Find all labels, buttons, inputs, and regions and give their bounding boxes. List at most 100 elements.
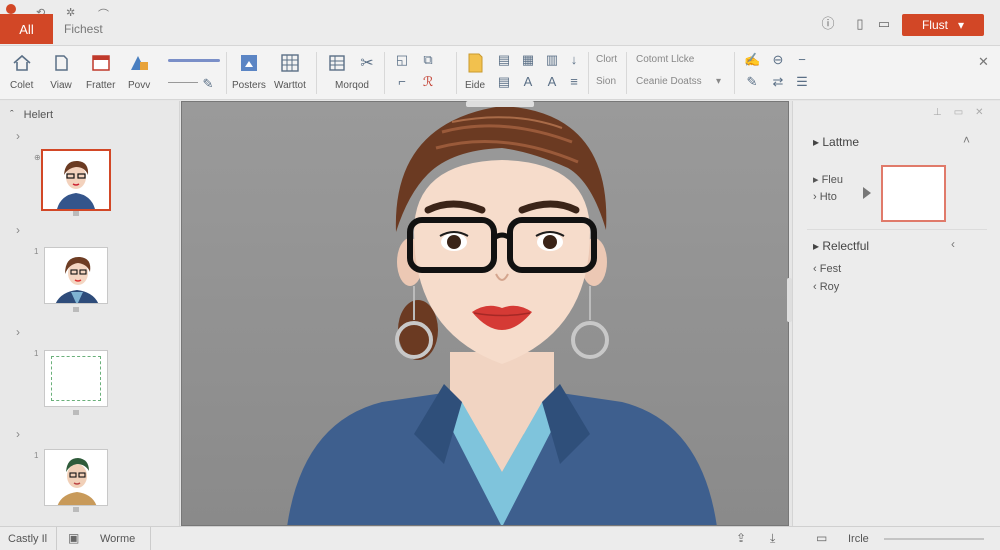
columns-icon[interactable]: ▤ bbox=[496, 74, 512, 90]
ribbon-clort-label[interactable]: Clort bbox=[596, 54, 617, 65]
pen-icon[interactable]: ✎ bbox=[200, 76, 216, 92]
chevron-left-icon[interactable]: ‹ bbox=[951, 237, 955, 251]
chevron-down-icon[interactable]: ▾ bbox=[716, 76, 721, 87]
menu-icon[interactable]: ☰ bbox=[794, 74, 810, 90]
flust-button-label: Flust bbox=[921, 18, 948, 32]
canvas-resize-handle-top[interactable] bbox=[466, 101, 534, 107]
chevron-right-icon[interactable]: › bbox=[16, 427, 20, 441]
item-fest[interactable]: ‹ Fest bbox=[813, 263, 841, 275]
line-weight-slider[interactable] bbox=[168, 59, 220, 62]
slide-marker bbox=[73, 307, 79, 312]
ribbon: Colet Viaw Fratter Povv ✎ Posters Wartto… bbox=[0, 46, 1000, 100]
ribbon-colet-button[interactable]: Colet bbox=[10, 52, 33, 91]
ribbon-separator bbox=[588, 52, 589, 94]
item-fest-label: Fest bbox=[819, 263, 842, 275]
divider bbox=[150, 527, 151, 550]
item-hto-label: Hto bbox=[819, 191, 837, 203]
title-bar: ⟲ ✲ ⌒ All Fichest ⓘ ▯ ▭ Flust ▾ bbox=[0, 0, 1000, 46]
list-icon[interactable]: ▤ bbox=[496, 52, 512, 68]
slide-status: Castly Il bbox=[8, 533, 48, 545]
link-icon[interactable]: ⊖ bbox=[770, 52, 786, 68]
ribbon-morqod-button[interactable]: ✂ Morqod bbox=[326, 52, 378, 91]
draw-icon[interactable]: ✍ bbox=[744, 52, 760, 68]
chevron-right-icon[interactable]: › bbox=[16, 223, 20, 237]
slide-icon bbox=[90, 52, 112, 74]
minus-icon[interactable]: − bbox=[794, 52, 810, 67]
slide-thumbnail-1[interactable] bbox=[41, 149, 111, 211]
note-icon bbox=[464, 52, 486, 74]
ribbon-warttot-button[interactable]: Warttot bbox=[274, 52, 306, 91]
ribbon-create-dropdown[interactable]: Ceanie Doatss bbox=[636, 76, 702, 87]
shape-icon[interactable]: ◱ bbox=[394, 52, 410, 68]
ribbon-viaw-label: Viaw bbox=[50, 80, 72, 91]
ribbon-fratter-button[interactable]: Fratter bbox=[86, 52, 115, 91]
preview-box[interactable] bbox=[881, 165, 946, 222]
ribbon-separator bbox=[226, 52, 227, 94]
slide-thumbnail-2[interactable] bbox=[44, 247, 108, 304]
ribbon-povv-button[interactable]: Povv bbox=[128, 52, 150, 91]
home-icon bbox=[11, 52, 33, 74]
download-icon[interactable]: ⤓ bbox=[770, 531, 775, 546]
ribbon-viaw-button[interactable]: Viaw bbox=[50, 52, 72, 91]
info-icon[interactable]: ⓘ bbox=[820, 16, 836, 32]
slide-thumbnail-3[interactable] bbox=[44, 350, 108, 407]
collapse-icon[interactable]: ˆ bbox=[10, 109, 14, 121]
zoom-label[interactable]: Ircle bbox=[848, 533, 869, 545]
slide-thumbnail-panel: ˆ Helert › ⊕ › 1 › 1 › 1 bbox=[0, 101, 180, 526]
arrange-icon[interactable]: ⧉ bbox=[420, 52, 436, 68]
slide-thumbnail-4[interactable] bbox=[44, 449, 108, 506]
restore-icon[interactable]: ▭ bbox=[954, 107, 963, 118]
chevron-right-icon[interactable]: › bbox=[16, 325, 20, 339]
text-effect-icon[interactable]: ℛ bbox=[420, 74, 436, 90]
slide-canvas[interactable] bbox=[181, 101, 789, 526]
section-relectful[interactable]: ▸ Relectful bbox=[813, 239, 869, 253]
align-icon[interactable]: ≡ bbox=[566, 74, 582, 89]
item-hto[interactable]: › Hto bbox=[813, 191, 837, 203]
ribbon-fratter-label: Fratter bbox=[86, 80, 116, 91]
comment-icon[interactable]: ▭ bbox=[816, 531, 827, 545]
poster-icon bbox=[238, 52, 260, 74]
arrow-down-icon[interactable]: ↓ bbox=[566, 52, 582, 67]
ribbon-separator bbox=[734, 52, 735, 94]
replace-icon[interactable]: ⇄ bbox=[770, 74, 786, 90]
item-roy[interactable]: ‹ Roy bbox=[813, 281, 839, 293]
ribbon-posters-button[interactable]: Posters bbox=[232, 52, 266, 91]
ribbon-separator bbox=[384, 52, 385, 94]
close-icon[interactable]: ✕ bbox=[978, 54, 989, 70]
share-icon[interactable]: ⇪ bbox=[736, 531, 746, 545]
settings-icon[interactable]: ✲ bbox=[66, 6, 75, 19]
table-icon bbox=[326, 52, 348, 74]
crop-icon[interactable]: ⌐ bbox=[394, 74, 410, 89]
ribbon-content-dropdown[interactable]: Cotomt Llcke bbox=[636, 54, 694, 65]
section-lattme[interactable]: ▸ Lattme bbox=[813, 135, 859, 149]
flust-button[interactable]: Flust ▾ bbox=[902, 14, 984, 36]
play-icon[interactable] bbox=[863, 187, 871, 199]
font-a-icon[interactable]: A bbox=[520, 74, 536, 89]
ribbon-eide-button[interactable]: Eide bbox=[464, 52, 486, 91]
quick-access-icon[interactable]: ⌒ bbox=[98, 6, 109, 22]
section-lattme-label: Lattme bbox=[822, 135, 860, 149]
edit-icon[interactable]: ✎ bbox=[744, 74, 760, 90]
view-status[interactable]: Worme bbox=[100, 533, 135, 545]
zoom-slider[interactable] bbox=[884, 538, 984, 540]
item-fleu[interactable]: ▸ Fleu bbox=[813, 173, 843, 186]
font-size-icon[interactable]: A bbox=[544, 74, 560, 89]
notes-icon[interactable]: ▣ bbox=[68, 531, 79, 545]
ribbon-morqod-label: Morqod bbox=[335, 80, 369, 91]
chevron-right-icon[interactable]: › bbox=[16, 129, 20, 143]
list-numbered-icon[interactable]: ▦ bbox=[520, 52, 536, 68]
close-icon[interactable]: ✕ bbox=[975, 107, 983, 118]
slide-number: 1 bbox=[34, 451, 39, 460]
ribbon-sion-label[interactable]: Sion bbox=[596, 76, 616, 87]
pin-icon[interactable]: ⊥ bbox=[933, 107, 942, 118]
tab-all[interactable]: All bbox=[0, 14, 53, 44]
layout-icon[interactable]: ▥ bbox=[544, 52, 560, 68]
divider bbox=[807, 229, 987, 230]
account-icon[interactable]: ▭ bbox=[876, 16, 892, 32]
phone-icon[interactable]: ▯ bbox=[852, 16, 868, 32]
chevron-up-icon[interactable]: ˄ bbox=[963, 133, 970, 147]
tab-fichest[interactable]: Fichest bbox=[64, 22, 103, 36]
ribbon-colet-label: Colet bbox=[10, 80, 34, 91]
placeholder-frame bbox=[51, 356, 101, 401]
slide-number: 1 bbox=[34, 247, 39, 256]
